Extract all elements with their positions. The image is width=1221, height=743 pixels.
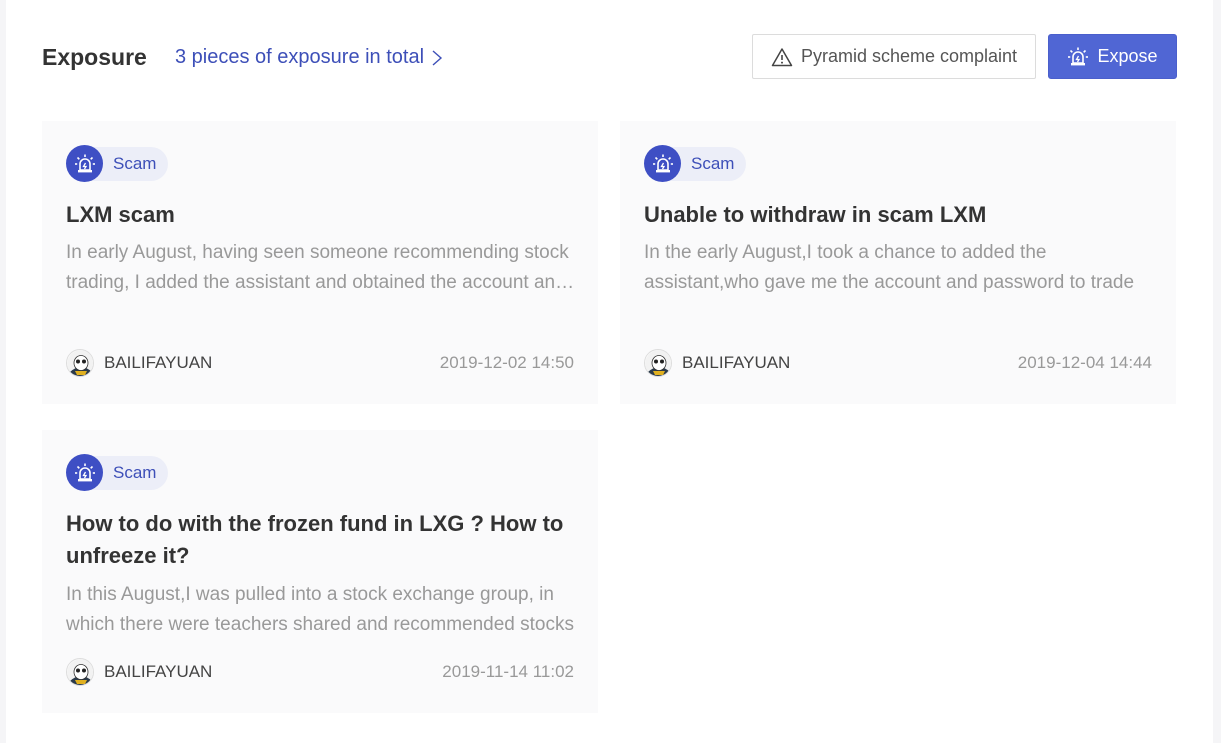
card-title: LXM scam — [66, 202, 175, 227]
expose-label: Expose — [1097, 46, 1158, 66]
exposure-card[interactable]: Scam LXM scam In early August, having se… — [42, 121, 598, 404]
card-footer: BAILIFAYUAN 2019-11-14 11:02 — [66, 657, 574, 687]
total-exposure-link[interactable]: 3 pieces of exposure in total — [175, 46, 444, 69]
post-time: 2019-12-04 14:44 — [1017, 353, 1152, 372]
avatar — [66, 658, 94, 686]
author: BAILIFAYUAN — [644, 349, 790, 377]
author-name: BAILIFAYUAN — [682, 353, 791, 372]
author: BAILIFAYUAN — [66, 349, 212, 377]
avatar — [66, 349, 94, 377]
alarm-siren-icon — [66, 454, 103, 491]
post-time: 2019-11-14 11:02 — [442, 662, 574, 681]
card-footer: BAILIFAYUAN 2019-12-02 14:50 — [66, 348, 574, 378]
exposure-card[interactable]: Scam Unable to withdraw in scam LXM In t… — [620, 121, 1176, 404]
card-description: In the early August,I took a chance to a… — [644, 242, 1135, 293]
section-title: Exposure — [42, 44, 147, 70]
category-tag: Scam — [66, 145, 169, 182]
card-footer: BAILIFAYUAN 2019-12-04 14:44 — [644, 348, 1152, 378]
alarm-siren-icon — [66, 145, 103, 182]
chevron-right-icon — [432, 49, 443, 66]
pyramid-complaint-label: Pyramid scheme complaint — [800, 46, 1018, 66]
exposure-panel: Exposure 3 pieces of exposure in total P… — [6, 0, 1213, 743]
post-time: 2019-12-02 14:50 — [439, 353, 574, 372]
card-description: In early August, having seen someone rec… — [66, 242, 569, 293]
card-title: How to do with the frozen fund in LXG ? … — [66, 511, 564, 568]
exposure-card[interactable]: Scam How to do with the frozen fund in L… — [42, 430, 598, 713]
category-tag: Scam — [66, 454, 169, 491]
alarm-siren-icon — [644, 145, 681, 182]
card-description: In this August,I was pulled into a stock… — [66, 584, 574, 635]
author: BAILIFAYUAN — [66, 658, 212, 686]
warning-icon — [771, 47, 793, 66]
pyramid-complaint-button[interactable]: Pyramid scheme complaint — [752, 34, 1036, 79]
card-title: Unable to withdraw in scam LXM — [644, 202, 987, 227]
alarm-siren-icon — [1068, 47, 1089, 65]
total-exposure-label: 3 pieces of exposure in total — [175, 46, 425, 68]
expose-button[interactable]: Expose — [1048, 34, 1177, 79]
author-name: BAILIFAYUAN — [104, 353, 213, 372]
category-tag: Scam — [644, 145, 747, 182]
author-name: BAILIFAYUAN — [104, 662, 213, 681]
exposure-header: Exposure 3 pieces of exposure in total P… — [42, 34, 1177, 80]
avatar — [644, 349, 672, 377]
